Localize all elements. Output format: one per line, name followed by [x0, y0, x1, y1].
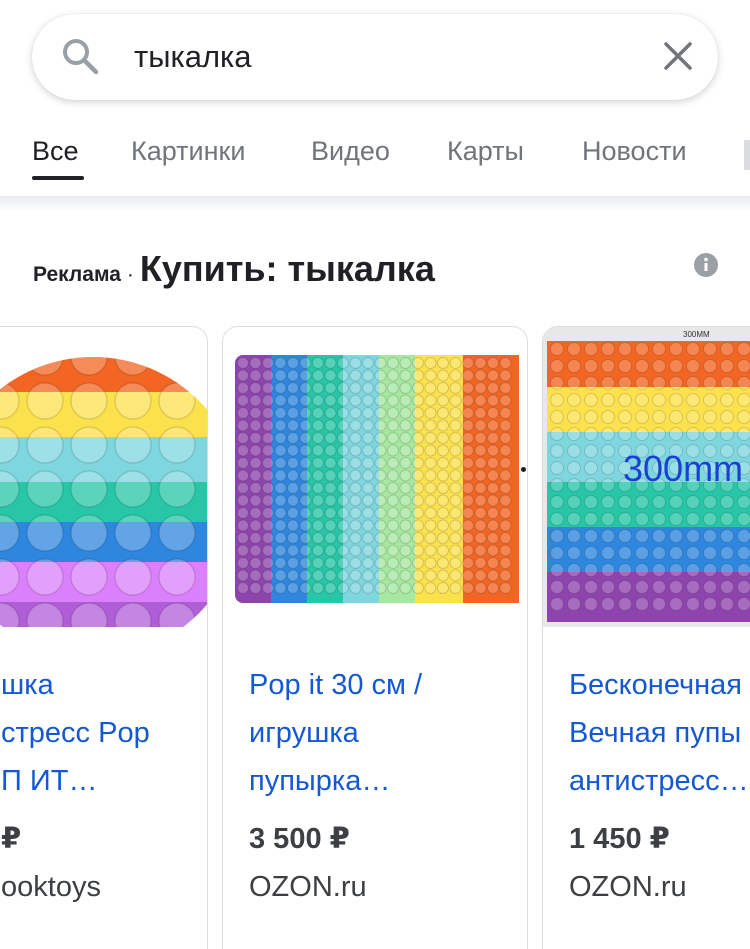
ads-title: Купить: тыкалка — [139, 248, 435, 289]
product-title-line: антистресс… — [569, 765, 749, 797]
product-title-line: Pop it 30 см / — [249, 669, 423, 701]
tab-video[interactable]: Видео — [311, 136, 390, 167]
product-price: 1 450 ₽ — [569, 823, 670, 855]
search-icon[interactable] — [60, 36, 100, 76]
tab-all[interactable]: Все — [32, 136, 79, 167]
product-store: OZON.ru — [569, 871, 687, 903]
tabs-divider — [0, 196, 750, 212]
product-title[interactable]: шка стресс Pop П ИТ… — [1, 661, 207, 805]
product-title-line: стресс Pop — [1, 717, 150, 749]
product-card[interactable]: 300MM 300mm Бесконечная Вечная пупы анти… — [542, 326, 750, 949]
search-tabs: Все Картинки Видео Карты Новости — [0, 118, 750, 196]
info-icon[interactable] — [693, 252, 719, 278]
product-store: OZON.ru — [249, 871, 367, 903]
tab-images[interactable]: Картинки — [131, 136, 245, 167]
product-card[interactable]: шка стресс Pop П ИТ… ₽ ooktoys — [0, 326, 208, 949]
active-tab-indicator — [32, 176, 84, 180]
product-price: ₽ — [1, 823, 22, 855]
product-store: ooktoys — [1, 871, 101, 903]
product-title-line: игрушка — [249, 717, 359, 749]
product-title-line: Бесконечная — [569, 669, 742, 701]
ads-label: Реклама — [33, 263, 121, 286]
product-title-line: П ИТ… — [1, 765, 98, 797]
product-image-round-popit[interactable] — [0, 327, 207, 627]
tab-maps[interactable]: Карты — [447, 136, 524, 167]
search-bar[interactable] — [32, 14, 718, 100]
image-size-text: 300mm — [623, 448, 743, 489]
tab-news[interactable]: Новости — [582, 136, 687, 167]
search-input[interactable] — [134, 31, 614, 83]
product-image-square-popit[interactable] — [223, 327, 527, 627]
product-title-line: пупырка… — [249, 765, 391, 797]
product-title-line: шка — [1, 669, 54, 701]
product-title-line: Вечная пупы — [569, 717, 742, 749]
product-title[interactable]: Бесконечная Вечная пупы антистресс… — [569, 661, 750, 805]
product-card[interactable]: Pop it 30 см / игрушка пупырка… 3 500 ₽ … — [222, 326, 528, 949]
product-title[interactable]: Pop it 30 см / игрушка пупырка… — [249, 661, 519, 805]
decorative-dot — [521, 467, 526, 472]
ads-separator: · — [126, 263, 134, 286]
ads-header: Реклама · Купить: тыкалка — [33, 248, 435, 292]
search-results-page: Все Картинки Видео Карты Новости Реклама… — [0, 0, 750, 949]
image-tag-text: 300MM — [683, 330, 710, 339]
product-price: 3 500 ₽ — [249, 823, 350, 855]
tab-overflow-hint — [744, 140, 750, 170]
product-image-large-popit[interactable]: 300MM 300mm — [543, 327, 750, 627]
close-icon[interactable] — [658, 36, 698, 76]
